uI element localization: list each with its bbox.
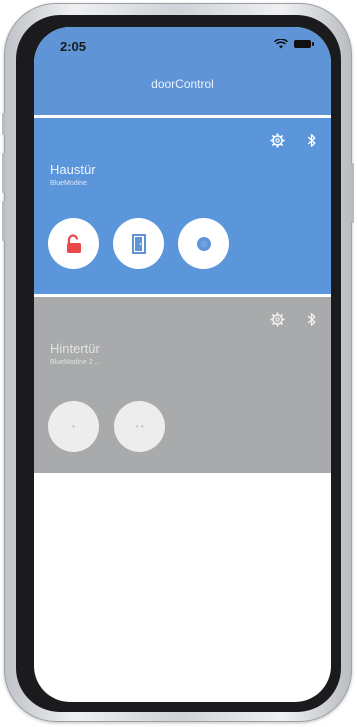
unlock-button[interactable] [48,218,99,269]
door-button[interactable] [113,218,164,269]
gear-icon[interactable] [269,132,285,148]
power-button [351,163,354,223]
status-icons [274,39,314,49]
unlock-button-disabled[interactable]: ● [48,401,99,452]
volume-down-button [2,201,5,241]
wifi-icon [274,39,288,49]
battery-icon [294,40,314,48]
action-row: ● ● ● [48,401,165,452]
action-row [48,218,229,269]
dot-icon: ● [71,423,76,430]
gear-icon[interactable] [269,311,285,327]
card-toolbar [269,132,319,148]
phone-frame: 2:05 doorControl Haustür BlueModine Hint… [2,3,354,722]
unlock-icon [66,233,81,253]
door-icon [131,233,146,254]
status-button[interactable] [178,218,229,269]
circle-icon [196,236,211,251]
bluetooth-icon[interactable] [303,132,319,148]
silent-switch [2,113,5,135]
device-subtitle: BlueModine 2 ... [50,359,101,366]
device-card-haustuer[interactable]: Haustür BlueModine [34,118,331,294]
door-button-disabled[interactable]: ● ● [114,401,165,452]
device-name: Haustür [50,162,96,177]
device-name: Hintertür [50,341,100,356]
card-toolbar [269,311,319,327]
dot-icon: ● ● [135,423,144,430]
app-title: doorControl [151,77,214,91]
bluetooth-icon[interactable] [303,311,319,327]
app-header: 2:05 doorControl [34,27,331,115]
device-card-hintertuer[interactable]: Hintertür BlueModine 2 ... ● ● ● [34,297,331,473]
volume-up-button [2,153,5,193]
status-time: 2:05 [60,39,87,54]
device-subtitle: BlueModine [50,180,87,187]
screen: 2:05 doorControl Haustür BlueModine Hint… [34,27,331,702]
